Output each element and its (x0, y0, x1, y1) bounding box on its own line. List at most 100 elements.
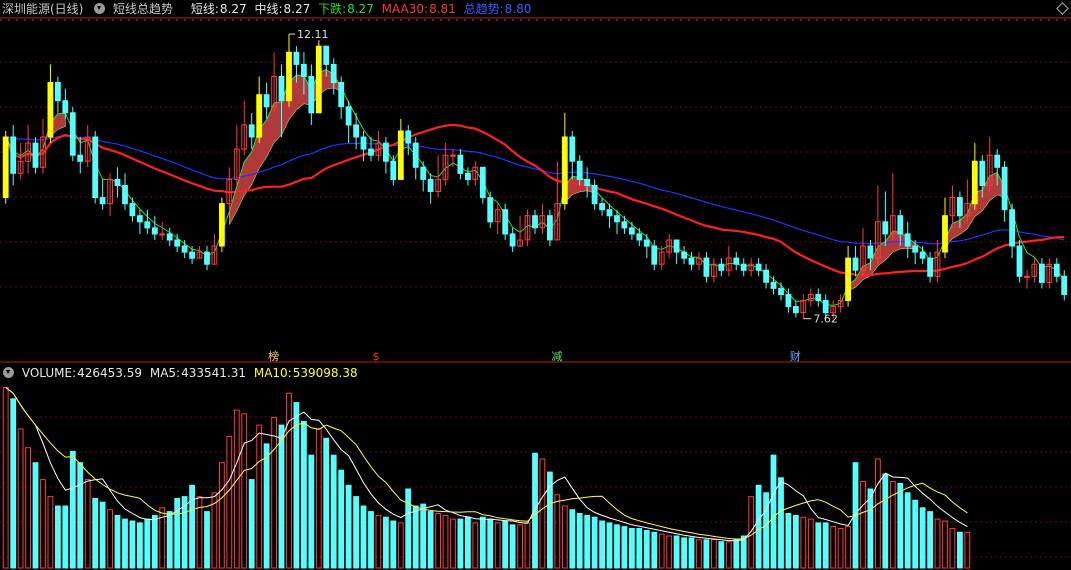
volume-bar (137, 522, 143, 569)
volume-bar (636, 528, 643, 569)
volume-bar (793, 514, 799, 569)
volume-bar (763, 492, 770, 569)
candle-body (971, 160, 978, 205)
candle-body (151, 227, 158, 235)
volume-bar (25, 447, 32, 569)
volume-bar (77, 462, 84, 569)
candle-body (770, 281, 777, 289)
volume-bar (129, 520, 136, 569)
candle-body (450, 154, 456, 157)
candle-body (181, 245, 188, 253)
volume-bar (688, 537, 695, 569)
volume-bar (442, 514, 449, 569)
candle-body (673, 239, 680, 253)
volume-bar (2, 387, 9, 569)
candle-body (479, 166, 486, 199)
candle-body (301, 63, 307, 78)
candle-body (942, 215, 948, 253)
candle-body (688, 257, 695, 265)
volume-bar (740, 535, 747, 569)
volume-bar (151, 514, 158, 569)
candle-body (204, 251, 210, 265)
candle-body (55, 82, 61, 102)
volume-bar (755, 484, 762, 569)
candle-body (599, 203, 606, 211)
volume-bar (494, 522, 501, 569)
volume-bar (353, 496, 360, 569)
volume-bar (569, 509, 576, 569)
volume-bar (509, 524, 516, 569)
candle-body (457, 154, 464, 174)
volume-bar (666, 535, 673, 569)
candle-body (293, 51, 300, 65)
volume-bar (696, 539, 702, 569)
candle-body (576, 160, 583, 181)
candle-body (278, 76, 285, 102)
volume-bar (92, 497, 99, 569)
candle-body (1009, 209, 1016, 247)
candle-body (99, 197, 106, 205)
candle-body (852, 257, 859, 271)
volume-bar (62, 505, 69, 569)
volume-bar (725, 541, 732, 569)
candle-body (323, 45, 330, 65)
volume-bar (487, 518, 494, 569)
candle-body (703, 257, 710, 277)
volume-bar (629, 528, 635, 569)
volume-bar (465, 516, 471, 569)
volume-bar (241, 413, 248, 569)
candle-body (718, 263, 725, 271)
volume-bar (17, 428, 24, 569)
candle-body (584, 178, 591, 186)
candle-body (338, 82, 345, 108)
candle-body (636, 233, 643, 241)
candle-body (763, 269, 770, 283)
volume-bar (919, 507, 926, 569)
candle-body (390, 160, 397, 181)
volume-bar (315, 428, 322, 569)
volume-bar (345, 484, 352, 569)
volume-bar (703, 539, 710, 569)
low-label: 7.62 (813, 313, 838, 326)
volume-bar (174, 497, 181, 569)
volume-bar (293, 402, 300, 569)
volume-bar (323, 437, 330, 569)
candle-body (412, 142, 419, 168)
volume-bar (830, 526, 837, 569)
candle-body (360, 136, 367, 150)
volume-bar (166, 511, 173, 569)
volume-bar (785, 513, 792, 569)
short-line (5, 68, 1065, 306)
volume-bar (517, 524, 524, 569)
volume-bar (301, 420, 307, 569)
volume-bar (591, 516, 598, 569)
volume-bar (964, 531, 971, 569)
candle-body (629, 227, 635, 235)
volume-bar (860, 481, 866, 569)
volume-bar (330, 454, 337, 569)
candle-body (845, 257, 852, 302)
candle-body (778, 287, 784, 295)
volume-bar (472, 522, 479, 569)
volume-bar (778, 477, 784, 569)
volume-bar (32, 462, 39, 569)
candle-body (1053, 263, 1060, 277)
volume-bar (681, 537, 688, 569)
candle-body (532, 215, 538, 229)
volume-bar (882, 473, 889, 569)
candle-body (397, 130, 404, 180)
volume-bar (390, 520, 397, 569)
volume-bar (248, 479, 255, 569)
volume-bar (368, 511, 374, 569)
volume-bar (427, 511, 434, 569)
volume-bar (375, 514, 382, 569)
candle-body (606, 209, 613, 217)
candle-body (979, 160, 986, 187)
candle-body (994, 154, 1001, 168)
candle-body (561, 136, 568, 205)
price-volume-chart[interactable]: 12.11 7.62 榜 $ 减 财 (0, 0, 1071, 570)
volume-bar (308, 454, 315, 569)
candle-body (882, 221, 889, 235)
volume-bar (711, 539, 717, 569)
volume-bar (807, 518, 814, 569)
